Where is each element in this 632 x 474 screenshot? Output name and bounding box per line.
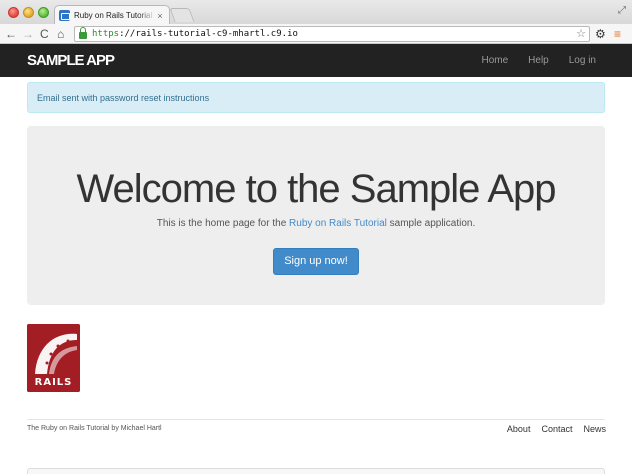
browser-toolbar: ← → C ⌂ https://rails-tutorial-c9-mhartl… <box>0 24 632 44</box>
nav-links: Home Help Log in <box>461 44 596 77</box>
reload-icon[interactable]: C <box>40 26 49 42</box>
url-scheme: https <box>92 29 120 39</box>
menu-icon[interactable]: ≡ <box>614 26 621 42</box>
page-title: Welcome to the Sample App <box>76 167 557 211</box>
window-zoom-button[interactable] <box>38 7 49 18</box>
home-icon[interactable]: ⌂ <box>57 26 64 42</box>
footer-contact-link[interactable]: Contact <box>541 424 572 434</box>
forward-icon[interactable]: → <box>22 26 34 42</box>
debug-panel-edge <box>27 468 605 474</box>
fullscreen-icon[interactable]: ⤢ <box>618 5 626 16</box>
signup-button[interactable]: Sign up now! <box>273 248 359 275</box>
window-close-button[interactable] <box>8 7 19 18</box>
nav-help-link[interactable]: Help <box>528 55 549 66</box>
tab-close-icon[interactable]: × <box>155 11 165 21</box>
tutorial-link[interactable]: Ruby on Rails Tutorial <box>289 218 387 229</box>
url-host: ://rails-tutorial-c9-mhartl.c9.io <box>119 29 298 39</box>
subtitle-text: This is the home page for the <box>156 218 290 229</box>
footer-about-link[interactable]: About <box>507 424 531 434</box>
window-minimize-button[interactable] <box>23 7 34 18</box>
tab-title: Ruby on Rails Tutorial Sample App <box>74 11 155 20</box>
browser-titlebar: Ruby on Rails Tutorial Sample App × ⤢ <box>0 0 632 25</box>
nav-home-link[interactable]: Home <box>481 55 508 66</box>
jumbotron: Welcome to the Sample App This is the ho… <box>27 126 605 305</box>
footer-links: About Contact News <box>496 424 606 434</box>
footer-divider <box>27 419 605 420</box>
nav-login-link[interactable]: Log in <box>569 55 596 66</box>
site-navbar: SAMPLE APP Home Help Log in <box>0 44 632 77</box>
flash-alert: Email sent with password reset instructi… <box>27 82 605 113</box>
subtitle-text-end: sample application. <box>386 218 476 229</box>
bookmark-star-icon[interactable]: ☆ <box>576 27 586 40</box>
lock-icon <box>79 27 87 39</box>
favicon-icon <box>59 10 70 21</box>
new-tab-button[interactable] <box>169 8 195 22</box>
gear-icon[interactable]: ⚙ <box>595 26 606 42</box>
site-logo[interactable]: SAMPLE APP <box>27 52 115 70</box>
page-subtitle: This is the home page for the Ruby on Ra… <box>27 218 605 229</box>
address-bar[interactable]: https://rails-tutorial-c9-mhartl.c9.io ☆ <box>74 26 590 42</box>
footer-news-link[interactable]: News <box>583 424 606 434</box>
rails-logo-word: RAILS <box>34 377 73 388</box>
footer-credit: The Ruby on Rails Tutorial by Michael Ha… <box>27 425 162 432</box>
rails-logo[interactable]: RAILS <box>27 324 80 392</box>
url-text[interactable]: https://rails-tutorial-c9-mhartl.c9.io <box>92 29 298 39</box>
back-icon[interactable]: ← <box>5 26 17 42</box>
browser-tab[interactable]: Ruby on Rails Tutorial Sample App × <box>54 5 170 25</box>
